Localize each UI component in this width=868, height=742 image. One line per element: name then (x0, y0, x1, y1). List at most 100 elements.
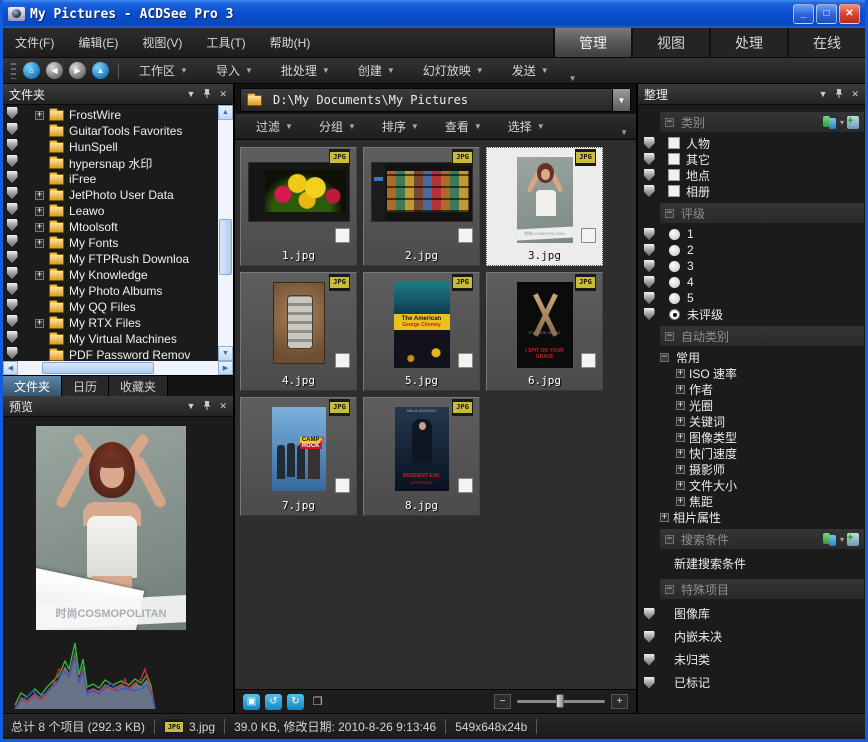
folder-item[interactable]: +Leawo (21, 203, 218, 219)
path-bar[interactable]: D:\My Documents\My Pictures ▼ (240, 88, 631, 112)
toolbar-overflow-icon[interactable]: ▼ (563, 74, 583, 83)
expand-icon[interactable]: + (35, 271, 44, 280)
up-icon[interactable]: ▲ (92, 62, 109, 79)
collapse-icon[interactable]: − (665, 585, 674, 594)
collapse-icon[interactable]: − (660, 353, 669, 362)
easy-select-shield[interactable] (7, 347, 18, 359)
view-mode-icon[interactable]: ❐ (309, 694, 326, 710)
expand-icon[interactable]: + (676, 465, 685, 474)
pin-icon[interactable] (203, 400, 211, 412)
easy-select-shield[interactable] (7, 235, 18, 247)
menu-file[interactable]: 文件(F) (3, 28, 66, 57)
easy-select-shield[interactable] (7, 155, 18, 167)
thumbnail-cell[interactable]: JPG 4.jpg (240, 272, 357, 391)
import-button[interactable]: 导入▼ (202, 60, 267, 82)
close-icon[interactable]: ✕ (219, 401, 227, 412)
easy-select-shield[interactable] (7, 219, 18, 231)
auto-item[interactable]: +作者 (638, 381, 865, 397)
chevron-down-icon[interactable]: ▼ (187, 89, 196, 99)
rating-item[interactable]: 4 (638, 274, 865, 290)
auto-item[interactable]: +光圈 (638, 397, 865, 413)
scroll-left-icon[interactable]: ◀ (3, 361, 18, 375)
thumbnail-cell[interactable]: CAMP ROCK 2 JPG 7.jpg (240, 397, 357, 516)
filterbar-overflow-icon[interactable]: ▼ (620, 128, 628, 139)
folder-item[interactable]: +FrostWire (21, 107, 218, 123)
expand-icon[interactable]: + (35, 111, 44, 120)
category-item[interactable]: 人物 (638, 135, 865, 151)
thumb-checkbox[interactable] (335, 353, 350, 368)
easy-select-shield[interactable] (644, 185, 655, 197)
auto-group-common[interactable]: −常用 (638, 349, 865, 365)
toolbar-grip[interactable] (11, 63, 16, 79)
pin-icon[interactable] (835, 88, 843, 100)
auto-item[interactable]: +文件大小 (638, 477, 865, 493)
folder-item[interactable]: +My QQ Files (21, 299, 218, 315)
rating-circle[interactable] (669, 229, 680, 240)
folder-item[interactable]: +My Virtual Machines (21, 331, 218, 347)
folder-item[interactable]: +PDF Password Remov (21, 347, 218, 361)
auto-item[interactable]: +摄影师 (638, 461, 865, 477)
thumbnail-cell-selected[interactable]: 时尚COSMOPOLITAN JPG 3.jpg (486, 147, 603, 266)
sort-button[interactable]: 排序▼ (369, 116, 432, 138)
rating-circle[interactable] (669, 245, 680, 256)
collapse-icon[interactable]: − (665, 332, 674, 341)
send-button[interactable]: 发送▼ (498, 60, 563, 82)
folders-horizontal-scrollbar[interactable]: ◀ ▶ (3, 361, 233, 375)
tab-calendar[interactable]: 日历 (62, 376, 109, 396)
rotate-left-icon[interactable]: ↺ (265, 694, 282, 710)
category-tags-icon[interactable] (823, 116, 837, 129)
scrollbar-thumb[interactable] (219, 219, 232, 275)
thumbnail-image[interactable]: The American George Clooney (394, 282, 450, 368)
expand-icon[interactable]: + (35, 239, 44, 248)
select-button[interactable]: 选择▼ (495, 116, 558, 138)
pin-icon[interactable] (203, 88, 211, 100)
home-icon[interactable]: ⌂ (23, 62, 40, 79)
special-item[interactable]: 内嵌未决 (638, 625, 865, 648)
folder-item[interactable]: +My FTPRush Downloa (21, 251, 218, 267)
thumbnail-image[interactable]: CAMP ROCK 2 (272, 407, 326, 491)
auto-item[interactable]: +ISO 速率 (638, 365, 865, 381)
easy-select-shield[interactable] (644, 654, 655, 666)
rating-item-unrated[interactable]: 未评级 (638, 306, 865, 322)
tab-online[interactable]: 在线 (787, 28, 865, 57)
folder-item[interactable]: +My Fonts (21, 235, 218, 251)
auto-item[interactable]: +关键词 (638, 413, 865, 429)
tab-view[interactable]: 视图 (631, 28, 709, 57)
filter-button[interactable]: 过滤▼ (243, 116, 306, 138)
category-checkbox[interactable] (668, 153, 680, 165)
add-category-icon[interactable] (847, 116, 859, 129)
thumbnail-image[interactable]: MILLA JOVOVICH RESIDENT EVIL AFTERLIFE (395, 407, 449, 491)
menu-view[interactable]: 视图(V) (130, 28, 194, 57)
easy-select-shield[interactable] (644, 153, 655, 165)
easy-select-shield[interactable] (7, 139, 18, 151)
easy-select-shield[interactable] (7, 107, 18, 119)
thumbnail-image[interactable] (273, 282, 325, 364)
auto-item[interactable]: +焦距 (638, 493, 865, 509)
folder-item[interactable]: +iFree (21, 171, 218, 187)
category-checkbox[interactable] (668, 185, 680, 197)
expand-icon[interactable]: + (676, 433, 685, 442)
batch-button[interactable]: 批处理▼ (267, 60, 344, 82)
easy-select-shield[interactable] (7, 331, 18, 343)
thumbnail-image[interactable] (248, 162, 350, 222)
expand-icon[interactable]: + (676, 497, 685, 506)
special-item[interactable]: 未归类 (638, 648, 865, 671)
easy-select-shield[interactable] (644, 137, 655, 149)
menu-tools[interactable]: 工具(T) (194, 28, 257, 57)
expand-icon[interactable]: + (676, 401, 685, 410)
easy-select-shield[interactable] (7, 267, 18, 279)
easy-select-shield[interactable] (644, 292, 655, 304)
view-button[interactable]: 查看▼ (432, 116, 495, 138)
thumb-checkbox[interactable] (335, 228, 350, 243)
expand-icon[interactable]: + (676, 385, 685, 394)
auto-item[interactable]: +图像类型 (638, 429, 865, 445)
path-dropdown-icon[interactable]: ▼ (612, 89, 630, 111)
collapse-icon[interactable]: − (665, 535, 674, 544)
thumbnail-image[interactable]: IT'S DATE NIGHT I SPIT ON YOUR GRAVE (517, 282, 573, 368)
easy-select-shield[interactable] (644, 608, 655, 620)
expand-icon[interactable]: + (676, 449, 685, 458)
folder-item[interactable]: +Mtoolsoft (21, 219, 218, 235)
scroll-down-icon[interactable]: ▼ (218, 346, 233, 361)
easy-select-shield[interactable] (644, 260, 655, 272)
tab-favorites[interactable]: 收藏夹 (109, 376, 168, 396)
